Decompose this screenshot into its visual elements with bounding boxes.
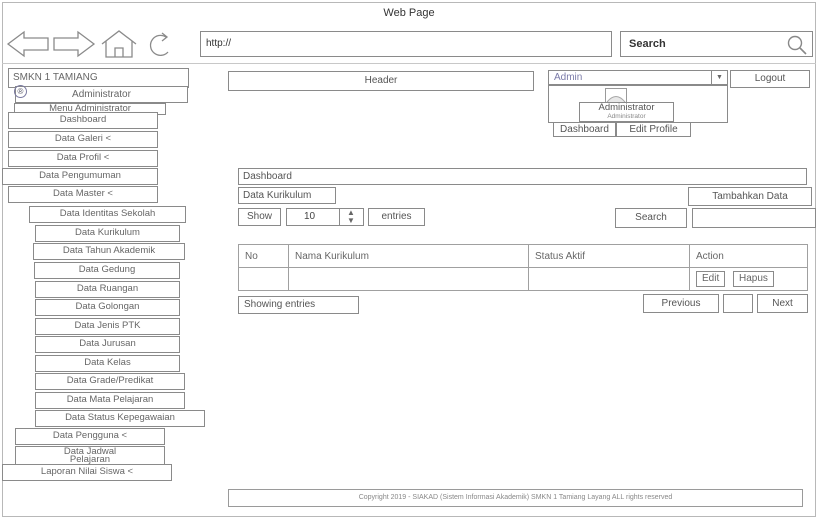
next-button[interactable]: Next <box>757 294 808 313</box>
sidebar-item-tahun-akademik[interactable]: Data Tahun Akademik <box>33 243 185 260</box>
show-label-box: Show <box>238 208 281 226</box>
edit-profile-button[interactable]: Edit Profile <box>616 122 691 137</box>
registered-badge-icon: ® <box>14 85 27 98</box>
showing-entries: Showing entries <box>238 296 359 314</box>
logout-button[interactable]: Logout <box>730 70 810 88</box>
next-label: Next <box>772 298 793 309</box>
cell-nama-kurikulum <box>288 267 529 291</box>
sidebar-item-master[interactable]: Data Master < <box>8 186 158 203</box>
table-header-row: No Nama Kurikulum Status Aktif Action <box>238 244 808 268</box>
sidebar-item-identitas-sekolah[interactable]: Data Identitas Sekolah <box>29 206 186 223</box>
col-header-action: Action <box>689 244 808 268</box>
user-name: Administrator <box>598 102 655 113</box>
window-title: Web Page <box>383 7 435 19</box>
spinner-icon: ▲ ▼ <box>347 208 355 225</box>
forward-arrow-icon <box>53 30 96 58</box>
url-text: http:// <box>206 38 232 49</box>
col-header-status-aktif: Status Aktif <box>528 244 690 268</box>
school-name: SMKN 1 TAMIANG <box>13 72 98 83</box>
sidebar-item-kelas[interactable]: Data Kelas <box>35 355 180 372</box>
cell-no <box>238 267 289 291</box>
showing-entries-text: Showing entries <box>244 299 316 310</box>
table-row: Edit Hapus <box>238 267 808 291</box>
browser-search-field[interactable]: Search <box>620 31 813 57</box>
cell-status-aktif <box>528 267 690 291</box>
page-number-box[interactable] <box>723 294 753 313</box>
cell-action: Edit Hapus <box>689 267 808 291</box>
header-box: Header <box>228 71 534 91</box>
entries-label-box: entries <box>368 208 425 226</box>
show-label: Show <box>246 211 272 222</box>
sidebar-item-jenis-ptk[interactable]: Data Jenis PTK <box>35 318 180 335</box>
breadcrumb: Dashboard <box>238 168 807 185</box>
sidebar-item-mata-pelajaran[interactable]: Data Mata Pelajaran <box>35 392 185 409</box>
sidebar-item-dashboard[interactable]: Dashboard <box>8 112 158 129</box>
footer-text: Copyright 2019 - SIAKAD (Sistem Informas… <box>358 494 673 501</box>
footer: Copyright 2019 - SIAKAD (Sistem Informas… <box>228 489 803 507</box>
sidebar-item-galeri[interactable]: Data Galeri < <box>8 131 158 148</box>
previous-button[interactable]: Previous <box>643 294 719 313</box>
entries-label: entries <box>381 211 412 222</box>
avatar-icon <box>605 88 627 103</box>
user-role: Administrator <box>607 113 646 120</box>
dropdown-caret-icon: ▼ <box>711 71 727 84</box>
section-title: Data Kurikulum <box>238 187 336 204</box>
home-icon <box>101 30 137 58</box>
add-data-button[interactable]: Tambahkan Data <box>688 187 812 206</box>
search-icon[interactable] <box>786 34 808 56</box>
back-arrow-icon <box>6 30 49 58</box>
admin-label-box: ® Administrator <box>14 85 188 103</box>
sidebar-item-laporan-nilai[interactable]: Laporan Nilai Siswa < <box>2 464 172 481</box>
url-bar[interactable]: http:// <box>200 31 612 57</box>
table-search-label: Search <box>635 212 667 223</box>
browser-search-label: Search <box>629 38 666 50</box>
entries-select[interactable]: 10 ▲ ▼ <box>286 208 364 226</box>
sidebar-item-kurikulum[interactable]: Data Kurikulum <box>35 225 180 242</box>
col-header-no: No <box>238 244 289 268</box>
sidebar-item-jurusan[interactable]: Data Jurusan <box>35 336 180 353</box>
sidebar-item-ruangan[interactable]: Data Ruangan <box>35 281 180 298</box>
select-divider <box>339 209 340 225</box>
browser-nav-icons <box>6 30 169 58</box>
school-name-box: SMKN 1 TAMIANG <box>8 68 189 88</box>
sidebar-item-profil[interactable]: Data Profil < <box>8 150 158 167</box>
table-search-label-box: Search <box>615 208 687 228</box>
col-header-nama-kurikulum: Nama Kurikulum <box>288 244 529 268</box>
edit-profile-label: Edit Profile <box>629 124 678 135</box>
add-data-label: Tambahkan Data <box>712 191 788 202</box>
sidebar-item-jadwal-pelajaran[interactable]: Data Jadwal Pelajaran <box>15 446 165 466</box>
user-name-box: Administrator Administrator <box>579 102 674 122</box>
sidebar-item-gedung[interactable]: Data Gedung <box>34 262 180 279</box>
sidebar-item-pengguna[interactable]: Data Pengguna < <box>15 428 165 445</box>
logout-label: Logout <box>754 73 786 84</box>
table-search-input[interactable] <box>692 208 816 228</box>
sidebar-item-pengumuman[interactable]: Data Pengumuman <box>2 168 158 185</box>
user-profile-panel: Administrator Administrator <box>548 85 728 123</box>
breadcrumb-text: Dashboard <box>243 171 292 182</box>
header-label: Header <box>364 75 398 86</box>
user-role-select[interactable]: Admin ▼ <box>548 70 728 85</box>
admin-label: Administrator <box>72 89 131 100</box>
entries-select-value: 10 <box>304 211 316 222</box>
edit-button[interactable]: Edit <box>696 271 726 287</box>
sidebar-item-status-kepegawaian[interactable]: Data Status Kepegawaian <box>35 410 205 427</box>
previous-label: Previous <box>661 298 701 309</box>
refresh-icon <box>149 32 169 56</box>
sidebar-item-grade-predikat[interactable]: Data Grade/Predikat <box>35 373 185 390</box>
sidebar-item-golongan[interactable]: Data Golongan <box>35 299 180 316</box>
kurikulum-table: No Nama Kurikulum Status Aktif Action Ed… <box>238 244 808 291</box>
dashboard-button-label: Dashboard <box>560 124 609 135</box>
dashboard-button[interactable]: Dashboard <box>553 122 616 137</box>
delete-button[interactable]: Hapus <box>733 271 774 287</box>
user-role-value: Admin <box>554 72 583 83</box>
section-title-text: Data Kurikulum <box>243 190 312 201</box>
